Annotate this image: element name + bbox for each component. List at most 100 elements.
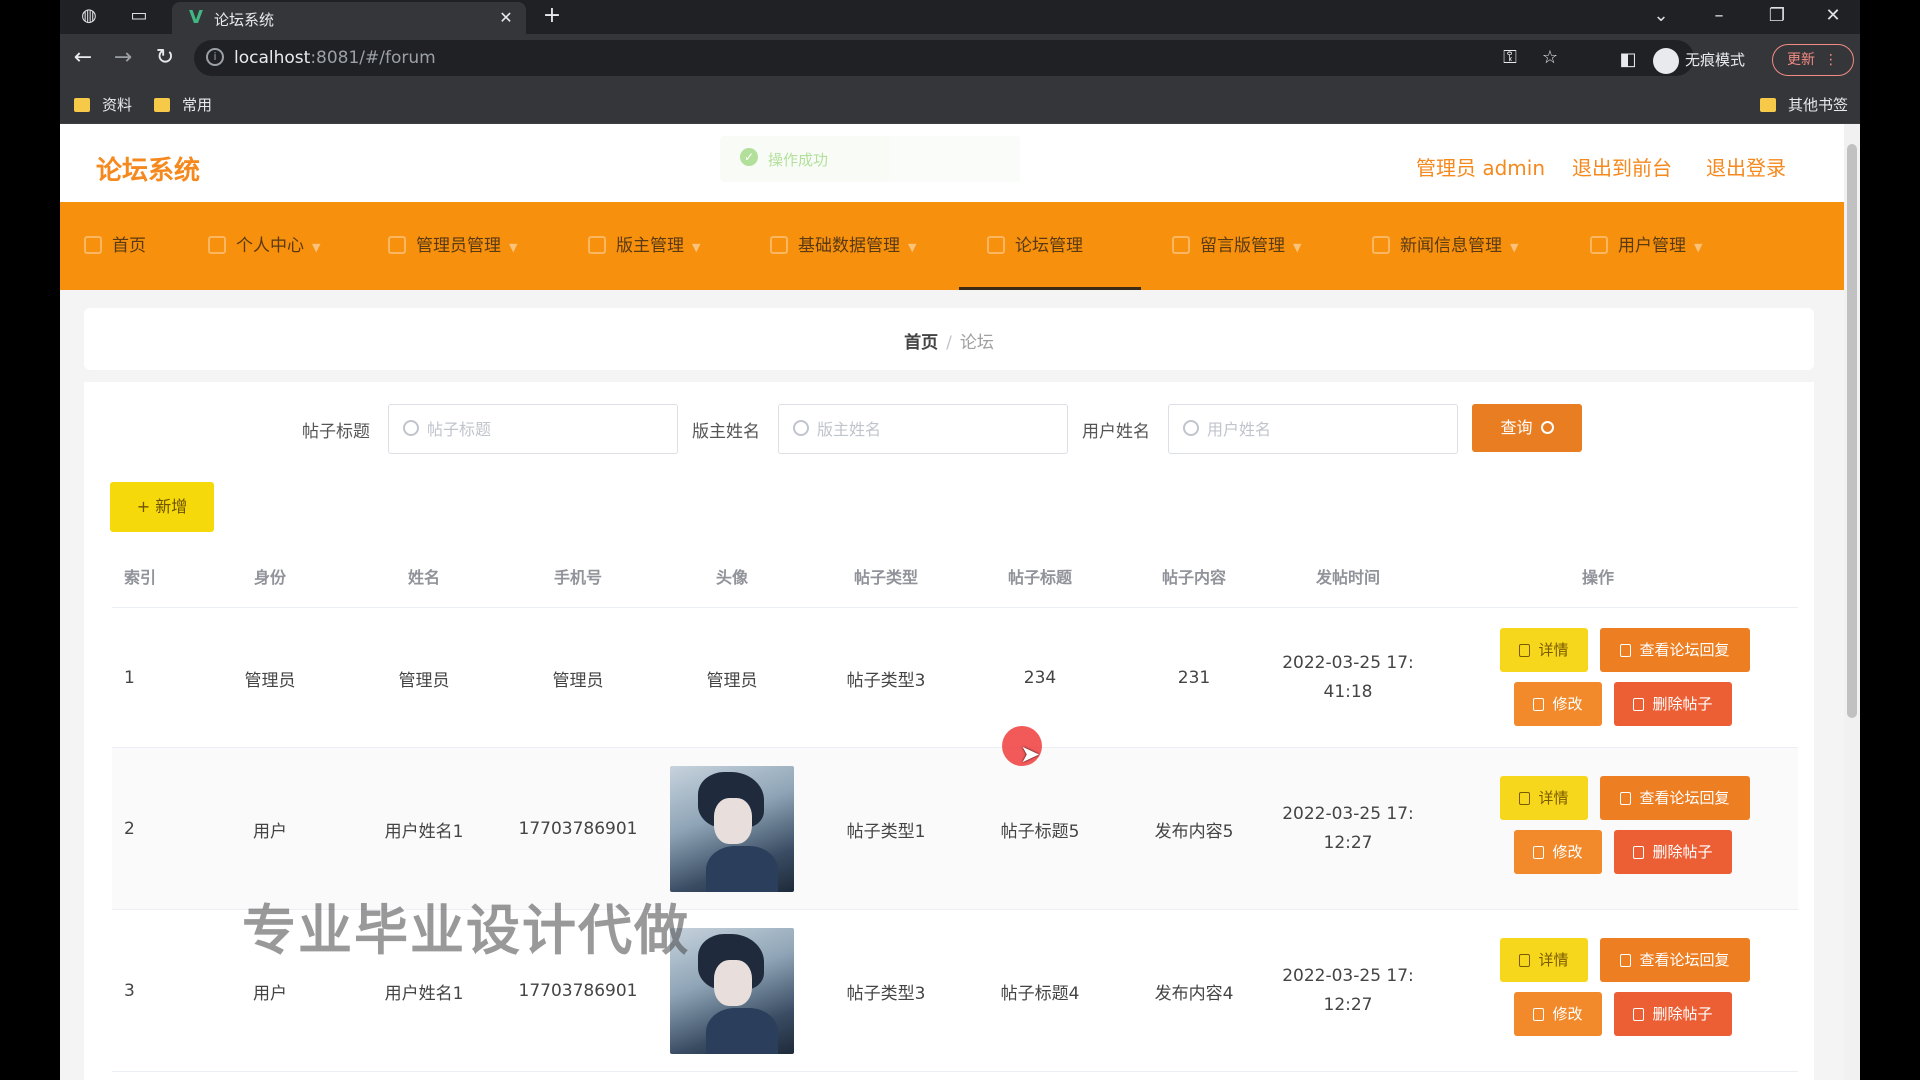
key-icon[interactable]: ⚿ [1498, 46, 1522, 70]
detail-label: 详情 [1538, 789, 1569, 807]
other-bookmarks-label: 其他书签 [1788, 96, 1849, 114]
chevron-down-icon: ▼ [1293, 241, 1302, 254]
title-search-input[interactable] [388, 404, 678, 454]
user-search-field[interactable] [1207, 417, 1437, 441]
close-tab-icon[interactable]: ✕ [496, 6, 516, 30]
search-icon [403, 420, 419, 436]
chevron-down-icon: ▼ [312, 241, 321, 254]
bookmark-folder[interactable]: 常用 [154, 95, 212, 115]
cell-post-title: 234 [1023, 668, 1057, 688]
menu-item-news[interactable]: 新闻信息管理 ▼ [1372, 202, 1518, 290]
edit-button[interactable]: 修改 [1514, 682, 1602, 726]
query-button[interactable]: 查询 [1472, 404, 1582, 452]
menu-item-basic-data[interactable]: 基础数据管理 ▼ [770, 202, 916, 290]
add-button[interactable]: + 新增 [110, 482, 214, 532]
tab-search-icon[interactable]: ▭ [126, 0, 152, 34]
site-info-icon[interactable]: i [206, 48, 224, 66]
title-search-field[interactable] [427, 417, 657, 441]
other-bookmarks[interactable]: 其他书签 [1760, 95, 1848, 115]
delete-button[interactable]: 删除帖子 [1614, 830, 1732, 874]
tab-list-icon[interactable]: ⌄ [1648, 0, 1674, 34]
cell-post-content: 231 [1177, 668, 1211, 688]
update-button[interactable]: 更新 ⋮ [1772, 44, 1854, 76]
back-icon[interactable]: ← [68, 43, 98, 73]
cell-post-type: 帖子类型3 [846, 670, 926, 691]
admin-label: 管理员 admin [1416, 156, 1546, 180]
user-search-input[interactable] [1168, 404, 1458, 454]
folder-icon [154, 98, 170, 112]
delete-button[interactable]: 删除帖子 [1614, 992, 1732, 1036]
menu-item-label: 个人中心 [236, 236, 304, 256]
menu-item-forum[interactable]: 论坛管理 [959, 202, 1141, 290]
menu-item-moderators[interactable]: 版主管理 ▼ [588, 202, 700, 290]
scroll-thumb[interactable] [1847, 144, 1857, 718]
cell-index: 1 [124, 668, 135, 688]
globe-icon[interactable]: ◍ [76, 0, 102, 34]
column-header: 身份 [253, 568, 286, 587]
data-icon [770, 236, 788, 254]
menu-item-label: 版主管理 [616, 236, 684, 256]
address-bar[interactable]: i localhost:8081/#/forum ⚿ ☆ [194, 40, 1694, 76]
folder-icon [74, 98, 90, 112]
new-tab-button[interactable]: + [540, 3, 564, 28]
cell-role: 管理员 [244, 670, 296, 691]
minimize-icon[interactable]: – [1706, 0, 1732, 34]
edit-button[interactable]: 修改 [1514, 830, 1602, 874]
moderator-search-input[interactable] [778, 404, 1068, 454]
logout-link[interactable]: 退出登录 [1706, 152, 1786, 181]
menu-item-home[interactable]: 首页 [84, 202, 146, 290]
column-header: 头像 [715, 568, 748, 587]
menu-item-label: 用户管理 [1618, 236, 1686, 256]
delete-button[interactable]: 删除帖子 [1614, 682, 1732, 726]
breadcrumb-home[interactable]: 首页 [904, 333, 938, 353]
url-text[interactable]: localhost:8081/#/forum [234, 48, 436, 68]
view-replies-label: 查看论坛回复 [1639, 951, 1730, 969]
browser-tab[interactable]: V 论坛系统 ✕ [172, 2, 526, 34]
forward-icon[interactable]: → [108, 43, 138, 73]
cell-index: 2 [124, 819, 135, 839]
view-replies-button[interactable]: 查看论坛回复 [1600, 938, 1750, 982]
bookmarks-bar: 资料 常用 其他书签 [60, 86, 1860, 124]
column-header: 发帖时间 [1315, 568, 1380, 587]
bookmark-label: 资料 [102, 96, 133, 114]
view-replies-button[interactable]: 查看论坛回复 [1600, 776, 1750, 820]
moderator-search-field[interactable] [817, 417, 1047, 441]
incognito-indicator[interactable]: 无痕模式 [1653, 42, 1745, 78]
star-icon[interactable]: ☆ [1538, 46, 1562, 70]
time-line: 2022-03-25 17: [1282, 966, 1414, 986]
avatar-image[interactable] [670, 766, 794, 892]
cell-index: 3 [124, 981, 135, 1001]
forum-list-card: 帖子标题 版主姓名 用户姓名 查询 + 新增 [84, 382, 1814, 1080]
page-scrollbar[interactable] [1844, 124, 1860, 1080]
cell-post-time: 2022-03-25 17: 41:18 [1266, 608, 1430, 748]
cell-name: 管理员 [398, 670, 450, 691]
menu-item-users[interactable]: 用户管理 ▼ [1590, 202, 1702, 290]
detail-button[interactable]: 详情 [1500, 776, 1588, 820]
view-replies-button[interactable]: 查看论坛回复 [1600, 628, 1750, 672]
side-panel-icon[interactable]: ◧ [1616, 48, 1640, 72]
query-label: 查询 [1500, 418, 1533, 437]
moderator-filter-label: 版主姓名 [692, 422, 760, 442]
view-replies-label: 查看论坛回复 [1639, 641, 1730, 659]
detail-button[interactable]: 详情 [1500, 938, 1588, 982]
search-icon [1540, 421, 1554, 434]
back-to-front-link[interactable]: 退出到前台 [1572, 152, 1672, 181]
edit-label: 修改 [1552, 695, 1583, 713]
edit-icon [1533, 846, 1545, 859]
chevron-down-icon: ▼ [509, 241, 518, 254]
menu-item-label: 管理员管理 [416, 236, 501, 256]
menu-item-guestbook[interactable]: 留言版管理 ▼ [1172, 202, 1301, 290]
restore-icon[interactable]: ❐ [1764, 0, 1790, 34]
bookmark-folder[interactable]: 资料 [74, 95, 132, 115]
moderator-icon [588, 236, 606, 254]
home-icon [84, 236, 102, 254]
detail-label: 详情 [1538, 951, 1569, 969]
edit-icon [1620, 792, 1632, 805]
menu-item-profile[interactable]: 个人中心 ▼ [208, 202, 320, 290]
reload-icon[interactable]: ↻ [150, 43, 180, 73]
menu-item-admins[interactable]: 管理员管理 ▼ [388, 202, 517, 290]
close-window-icon[interactable]: ✕ [1820, 0, 1846, 34]
column-header: 操作 [1581, 568, 1614, 587]
edit-button[interactable]: 修改 [1514, 992, 1602, 1036]
detail-button[interactable]: 详情 [1500, 628, 1588, 672]
